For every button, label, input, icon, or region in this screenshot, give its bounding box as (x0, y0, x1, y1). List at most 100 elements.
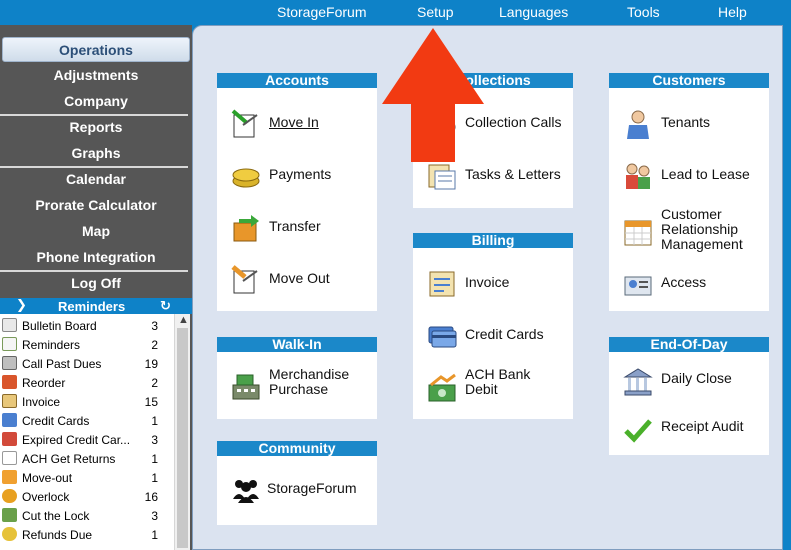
menu-languages[interactable]: Languages (499, 4, 568, 20)
calendar-icon (624, 220, 652, 246)
sidebar-item-calendar[interactable]: Calendar (0, 166, 192, 192)
menu-storageforum[interactable]: StorageForum (277, 4, 366, 20)
reminders-scrollbar[interactable]: ▲ (174, 314, 190, 550)
list-item[interactable]: Expired Credit Car... 3 (0, 430, 174, 449)
reminder-count: 3 (151, 319, 158, 333)
list-item[interactable]: Cut the Lock 3 (0, 506, 174, 525)
reminder-label: Bulletin Board (22, 319, 97, 333)
bank-icon (623, 368, 653, 396)
tasks-letters-item[interactable]: Tasks & Letters (413, 157, 573, 197)
sidebar-item-operations[interactable]: Operations (2, 37, 190, 62)
list-item[interactable]: Reminders 2 (0, 335, 174, 354)
transfer-item[interactable]: Transfer (217, 209, 377, 249)
reminder-label: Refunds Due (22, 528, 93, 542)
move-in-item[interactable]: Move In (217, 105, 377, 145)
receipt-audit-label: Receipt Audit (661, 418, 744, 434)
reminder-count: 19 (144, 357, 158, 371)
list-item[interactable]: Invoice 15 (0, 392, 174, 411)
tenants-item[interactable]: Tenants (609, 105, 769, 145)
checkmark-icon (624, 419, 652, 443)
move-out-label: Move Out (269, 270, 330, 286)
transfer-icon (233, 215, 259, 242)
sidebar-item-phone-integration[interactable]: Phone Integration (0, 244, 192, 270)
tenants-label: Tenants (661, 114, 711, 130)
customers-card: Customers Tenants Lead to Lease Customer… (609, 73, 769, 311)
crm-item[interactable]: Customer Relationship Management (609, 207, 769, 259)
payments-item[interactable]: Payments (217, 157, 377, 197)
reminder-label: ACH Get Returns (22, 452, 116, 466)
list-item[interactable]: Reorder 2 (0, 373, 174, 392)
sidebar-item-adjustments[interactable]: Adjustments (0, 62, 192, 88)
refresh-icon[interactable]: ↻ (160, 298, 171, 314)
credit-card-icon (428, 326, 457, 348)
document-icon (2, 451, 17, 465)
tasks-letters-label: Tasks & Letters (465, 166, 561, 182)
storageforum-item[interactable]: StorageForum (217, 471, 377, 511)
reminder-count: 3 (151, 433, 158, 447)
sidebar-item-graphs[interactable]: Graphs (0, 140, 192, 166)
billing-header: Billing (413, 233, 573, 248)
daily-close-item[interactable]: Daily Close (609, 363, 769, 403)
menu-setup[interactable]: Setup (417, 4, 454, 20)
reminder-count: 2 (151, 338, 158, 352)
menu-tools[interactable]: Tools (627, 4, 660, 20)
ach-bank-debit-item[interactable]: ACH Bank Debit (413, 367, 573, 409)
list-item[interactable]: Move-out 1 (0, 468, 174, 487)
reminder-count: 1 (151, 471, 158, 485)
sidebar-item-map[interactable]: Map (0, 218, 192, 244)
list-item[interactable]: Credit Cards 1 (0, 411, 174, 430)
list-item[interactable]: Bulletin Board 3 (0, 316, 174, 335)
billing-card: Billing Invoice Credit Cards ACH Bank De… (413, 233, 573, 419)
invoice-item[interactable]: Invoice (413, 265, 573, 305)
list-item[interactable]: Refunds Due 1 (0, 525, 174, 544)
merchandise-purchase-item[interactable]: Merchandise Purchase (217, 367, 377, 407)
sidebar: Operations Adjustments Company Reports G… (0, 25, 192, 550)
phone-icon (2, 356, 17, 370)
collection-calls-item[interactable]: Collection Calls (413, 105, 573, 145)
access-item[interactable]: Access (609, 265, 769, 305)
collections-header: Collections (413, 73, 573, 88)
reminder-label: Expired Credit Car... (22, 433, 131, 447)
storageforum-label: StorageForum (267, 480, 357, 496)
sidebar-item-reports[interactable]: Reports (0, 114, 192, 140)
list-item[interactable]: Overlock 16 (0, 487, 174, 506)
list-item[interactable]: ACH Get Returns 1 (0, 449, 174, 468)
chevron-right-icon[interactable]: ❯ (16, 297, 27, 313)
move-out-item[interactable]: Move Out (217, 261, 377, 301)
chevron-up-icon[interactable]: ▲ (178, 314, 189, 326)
invoice-icon (2, 394, 17, 408)
scrollbar-thumb[interactable] (177, 328, 188, 548)
payments-label: Payments (269, 166, 332, 182)
sidebar-item-log-off[interactable]: Log Off (0, 270, 192, 296)
reminders-list: Bulletin Board 3 Reminders 2 Call Past D… (0, 314, 174, 550)
move-out-icon (2, 470, 17, 484)
credit-cards-label: Credit Cards (465, 326, 544, 342)
endofday-header: End-Of-Day (609, 337, 769, 352)
sidebar-item-prorate-calculator[interactable]: Prorate Calculator (0, 192, 192, 218)
endofday-card: End-Of-Day Daily Close Receipt Audit (609, 337, 769, 455)
coins-icon (232, 168, 260, 188)
walkin-card: Walk-In Merchandise Purchase (217, 337, 377, 419)
community-card: Community StorageForum (217, 441, 377, 525)
menu-help[interactable]: Help (718, 4, 747, 20)
accounts-header: Accounts (217, 73, 377, 88)
credit-cards-item[interactable]: Credit Cards (413, 317, 573, 357)
community-header: Community (217, 441, 377, 456)
reminder-count: 15 (144, 395, 158, 409)
access-label: Access (661, 274, 707, 290)
receipt-audit-item[interactable]: Receipt Audit (609, 411, 769, 451)
merchandise-purchase-label: Merchandise Purchase (269, 366, 350, 397)
tasks-letters-icon (428, 164, 456, 190)
accounts-card: Accounts Move In Payments Transfer Move … (217, 73, 377, 311)
reminder-count: 16 (144, 490, 158, 504)
lead-to-lease-item[interactable]: Lead to Lease (609, 157, 769, 197)
cash-register-icon (232, 374, 260, 400)
collection-calls-label: Collection Calls (465, 114, 562, 130)
reminder-label: Call Past Dues (22, 357, 102, 371)
move-in-label: Move In (269, 114, 319, 130)
transfer-label: Transfer (269, 218, 321, 234)
sidebar-item-company[interactable]: Company (0, 88, 192, 114)
invoice-icon (429, 271, 455, 297)
list-item[interactable]: Call Past Dues 19 (0, 354, 174, 373)
cart-icon (2, 375, 17, 389)
